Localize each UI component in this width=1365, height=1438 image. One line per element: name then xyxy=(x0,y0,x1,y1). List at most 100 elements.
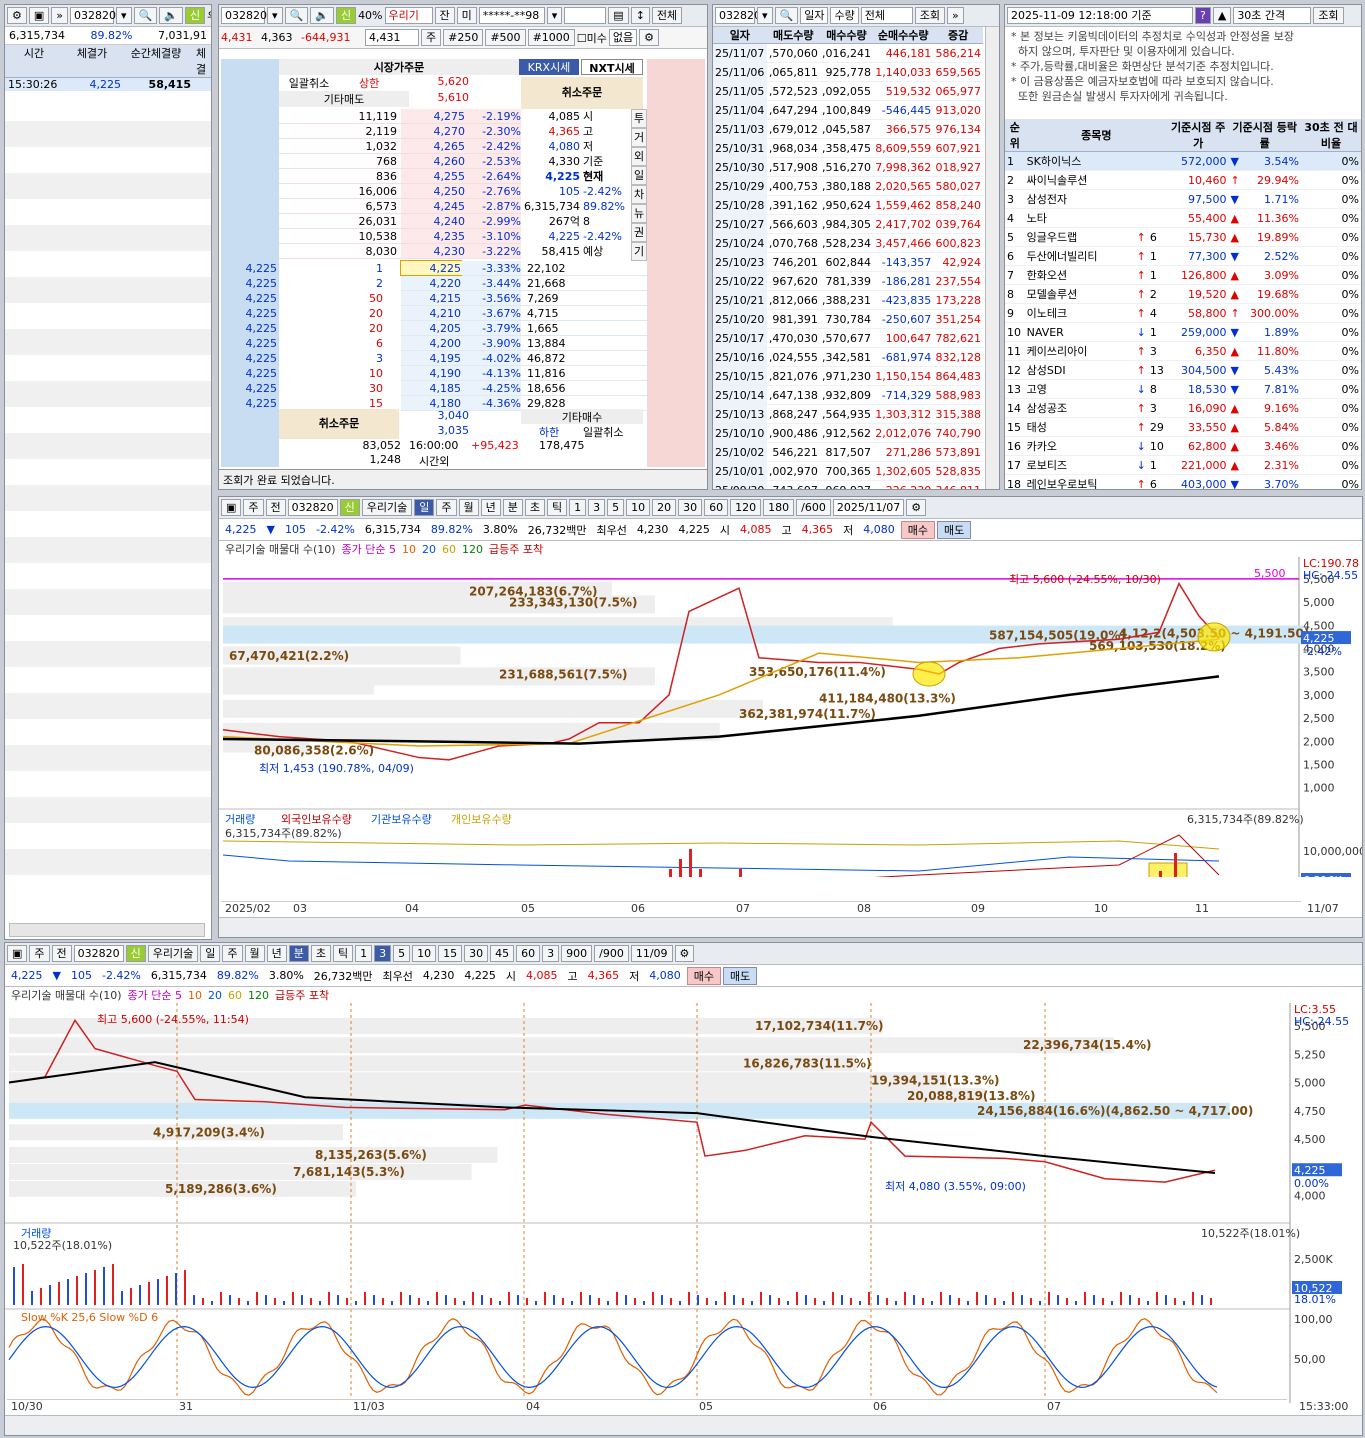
cancel-order-button-top[interactable]: 취소주문 xyxy=(521,77,643,109)
toolbar-item[interactable]: 년 xyxy=(266,945,287,962)
toolbar-item[interactable]: 900 xyxy=(561,945,593,962)
up-icon[interactable]: ▲ xyxy=(1212,7,1232,24)
toolbar-item[interactable]: 전 xyxy=(265,499,286,516)
side-tab[interactable]: 거 xyxy=(631,128,647,147)
ask-row[interactable]: 16,006 4,250 -2.76% xyxy=(279,184,521,199)
toolbar-item[interactable]: 우리기술 xyxy=(147,945,199,962)
gear-icon[interactable]: ⚙ xyxy=(7,7,27,24)
toolbar-item[interactable]: 우리기술 xyxy=(361,499,413,516)
toolbar-item[interactable]: 초 xyxy=(310,945,332,962)
cancel-order-button-bottom[interactable]: 취소주문 xyxy=(279,409,399,439)
toolbar-item[interactable]: /600 xyxy=(796,499,831,516)
side-tab[interactable]: 투 xyxy=(631,109,647,128)
qty-500[interactable]: #500 xyxy=(485,29,526,46)
minute-price-chart[interactable]: 5,5005,2505,0004,7504,5004,2504,000LC:3.… xyxy=(5,1003,1363,1403)
table-row[interactable]: 12 삼성SDI ↑ 13 304,500 ▼ 5.43% 0% xyxy=(1005,360,1361,380)
mode-select[interactable]: 일자 xyxy=(800,7,829,24)
ask-row[interactable]: 8,030 4,230 -3.22% xyxy=(279,244,521,259)
ask-row[interactable]: 11,119 4,275 -2.19% xyxy=(279,109,521,124)
market-order-label[interactable]: 시장가주문 xyxy=(279,59,519,75)
krx-tab[interactable]: KRX시세 xyxy=(519,59,579,75)
table-row[interactable]: 17 로보티즈 ↓ 1 221,000 ▲ 2.31% 0% xyxy=(1005,455,1361,475)
table-row[interactable]: 25/10/27,566,603,984,305 2,417,702 039,764 xyxy=(713,214,983,234)
tick-row[interactable]: 15:30:26 4,225 58,415 xyxy=(5,78,211,91)
toolbar-item[interactable]: 주 xyxy=(243,499,264,516)
table-row[interactable]: 25/10/21,812,066,388,231 -423,835 173,228 xyxy=(713,290,983,310)
balance-button[interactable]: 잔 xyxy=(434,7,455,24)
toolbar-item[interactable]: 11/09 xyxy=(630,945,673,962)
minute-nav-bar[interactable] xyxy=(5,1415,1362,1435)
bulk-cancel-bottom[interactable]: 일괄취소 xyxy=(583,424,643,440)
search-icon[interactable]: 🔍 xyxy=(284,7,309,24)
table-row[interactable]: 25/10/10,900,486,912,562 2,012,076 740,790 xyxy=(713,423,983,443)
daily-price-chart[interactable]: 5,5005,0004,5004,0003,5003,0002,5002,000… xyxy=(219,557,1363,877)
toolbar-item[interactable]: 초 xyxy=(524,499,546,516)
toolbar-item[interactable]: 10 xyxy=(626,499,651,516)
scope-select[interactable]: 전체 xyxy=(860,7,913,24)
table-row[interactable]: 25/10/16,024,555,342,581 -681,974 832,128 xyxy=(713,347,983,367)
ask-row[interactable]: 1,032 4,265 -2.42% xyxy=(279,139,521,154)
table-row[interactable]: 25/10/22 967,620 781,339 -186,281 237,554 xyxy=(713,271,983,291)
table-row[interactable]: 25/11/03,679,012,045,587 366,575 976,134 xyxy=(713,119,983,139)
side-tab[interactable]: 일 xyxy=(631,166,647,185)
table-row[interactable]: 25/10/23 746,201 602,844 -143,357 42,924 xyxy=(713,252,983,272)
toolbar-item[interactable]: 일 xyxy=(414,499,435,516)
bid-row[interactable]: 4,190 -4.13% 11,816 xyxy=(401,366,647,381)
bid-row[interactable]: 4,185 -4.25% 18,656 xyxy=(401,381,647,396)
daily-nav-bar[interactable] xyxy=(219,917,1362,937)
etc-buy-button[interactable]: 기타매수 xyxy=(521,409,643,424)
table-row[interactable]: 18 레인보우로보틱 ↑ 6 403,000 ▼ 3.70% 0% xyxy=(1005,474,1361,489)
table-row[interactable]: 3 삼성전자 97,500 ▼ 1.71% 0% xyxy=(1005,189,1361,209)
order-button[interactable]: 매도 xyxy=(937,520,972,539)
v-scrollbar[interactable] xyxy=(985,27,999,489)
table-row[interactable]: 25/10/28,391,162,950,624 1,559,462 858,240 xyxy=(713,195,983,215)
code-input[interactable]: 032820 xyxy=(715,7,761,24)
toolbar-item[interactable]: 주 xyxy=(29,945,50,962)
toolbar-item[interactable]: 틱 xyxy=(547,499,568,516)
table-row[interactable]: 6 두산에너빌리티 ↑ 1 77,300 ▼ 2.52% 0% xyxy=(1005,246,1361,266)
toolbar-item[interactable]: 30 xyxy=(678,499,703,516)
table-row[interactable]: 1 SK하이닉스 572,000 ▼ 3.54% 0% xyxy=(1005,151,1361,171)
table-row[interactable]: 4 노타 55,400 ▲ 11.36% 0% xyxy=(1005,208,1361,228)
table-row[interactable]: 25/10/30,517,908,516,270 7,998,362 018,927 xyxy=(713,157,983,177)
table-row[interactable]: 8 모델솔루션 ↑ 2 19,520 ▲ 19.68% 0% xyxy=(1005,284,1361,304)
toolbar-item[interactable]: 전 xyxy=(51,945,72,962)
toolbar-item[interactable]: 분 xyxy=(288,945,309,962)
dropdown-icon[interactable]: ▾ xyxy=(757,7,773,24)
table-row[interactable]: 25/10/17,470,030,570,677 100,647 782,621 xyxy=(713,328,983,348)
toolbar-item[interactable]: 45 xyxy=(490,945,515,962)
h-scrollbar[interactable] xyxy=(9,923,205,937)
toolbar-item[interactable]: 1 xyxy=(569,499,587,516)
nxt-tab[interactable]: NXT시세 xyxy=(581,59,643,75)
toolbar-item[interactable]: 틱 xyxy=(333,945,354,962)
code-input[interactable]: 032820 xyxy=(221,7,267,24)
table-row[interactable]: 16 카카오 ↓ 10 62,800 ▲ 3.46% 0% xyxy=(1005,436,1361,456)
toolbar-item[interactable]: 10 xyxy=(412,945,437,962)
ask-row[interactable]: 6,573 4,245 -2.87% xyxy=(279,199,521,214)
table-row[interactable]: 14 삼성공조 ↑ 3 16,090 ▲ 9.16% 0% xyxy=(1005,398,1361,418)
table-row[interactable]: 9 이노테크 ↑ 4 58,800 ↑ 300.00% 0% xyxy=(1005,303,1361,323)
toolbar-item[interactable]: 5 xyxy=(607,499,625,516)
order-button[interactable]: 매도 xyxy=(723,966,758,985)
toolbar-item[interactable]: 신 xyxy=(125,945,146,962)
side-tab[interactable]: 뉴 xyxy=(631,204,647,223)
ask-row[interactable]: 768 4,260 -2.53% xyxy=(279,154,521,169)
bid-row[interactable]: 4,225 -3.33% 22,102 xyxy=(400,260,647,276)
table-row[interactable]: 25/10/31,968,034,358,475 8,609,559 607,921 xyxy=(713,138,983,158)
query-button[interactable]: 조회 xyxy=(1313,7,1344,24)
toolbar-item[interactable]: 월 xyxy=(458,499,479,516)
all-button[interactable]: 전체 xyxy=(651,7,683,24)
side-tab[interactable]: 외 xyxy=(631,147,647,166)
order-button[interactable]: 매수 xyxy=(686,966,722,985)
toolbar-item[interactable]: 년 xyxy=(480,499,501,516)
bid-row[interactable]: 4,220 -3.44% 21,668 xyxy=(401,276,647,291)
table-row[interactable]: 25/10/01,002,970 700,365 1,302,605 528,835 xyxy=(713,461,983,481)
toolbar-item[interactable]: 30 xyxy=(464,945,489,962)
query-button[interactable]: 조회 xyxy=(914,7,945,24)
toolbar-item[interactable]: 분 xyxy=(502,499,523,516)
expand-icon[interactable]: » xyxy=(946,7,964,24)
ask-row[interactable]: 10,538 4,235 -3.10% xyxy=(279,229,521,244)
settings-icon[interactable]: ⚙ xyxy=(906,499,927,516)
toolbar-item[interactable]: /900 xyxy=(594,945,629,962)
bid-row[interactable]: 4,200 -3.90% 13,884 xyxy=(401,336,647,351)
